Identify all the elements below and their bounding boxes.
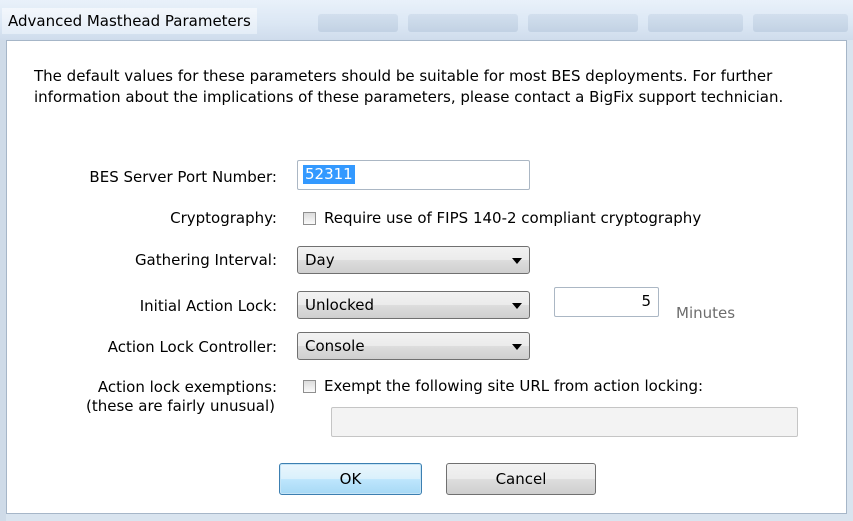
gathering-label: Gathering Interval: xyxy=(134,251,277,269)
gathering-interval-select[interactable]: Day xyxy=(297,246,530,274)
background-tab xyxy=(408,14,518,32)
background-tab xyxy=(753,14,848,32)
lock-minutes-value: 5 xyxy=(641,292,651,310)
initial-action-lock-select[interactable]: Unlocked xyxy=(297,291,530,319)
port-label: BES Server Port Number: xyxy=(89,168,277,186)
background-tab xyxy=(648,14,743,32)
port-input[interactable]: 52311 xyxy=(297,160,530,190)
gathering-interval-value: Day xyxy=(305,251,335,269)
cancel-button[interactable]: Cancel xyxy=(446,463,596,495)
lock-minutes-input[interactable]: 5 xyxy=(554,287,659,317)
crypto-label: Cryptography: xyxy=(170,209,277,227)
lock-controller-label: Action Lock Controller: xyxy=(107,338,277,356)
title-bar: Advanced Masthead Parameters xyxy=(0,0,853,40)
intro-text: The default values for these parameters … xyxy=(34,67,784,106)
exempt-url-input[interactable] xyxy=(331,407,798,437)
exemptions-sublabel: (these are fairly unusual) xyxy=(86,397,275,415)
action-lock-controller-select[interactable]: Console xyxy=(297,332,530,360)
dialog-body: The default values for these parameters … xyxy=(6,40,847,514)
exemptions-label: Action lock exemptions: xyxy=(97,378,277,396)
chevron-down-icon xyxy=(512,258,522,264)
background-tab xyxy=(528,14,638,32)
exempt-url-checkbox-label[interactable]: Exempt the following site URL from actio… xyxy=(324,377,703,395)
fips-checkbox[interactable] xyxy=(303,212,316,225)
minutes-unit-label: Minutes xyxy=(676,304,736,322)
exempt-url-checkbox[interactable] xyxy=(303,380,316,393)
fips-checkbox-label[interactable]: Require use of FIPS 140-2 compliant cryp… xyxy=(324,209,701,227)
chevron-down-icon xyxy=(512,303,522,309)
initial-lock-label: Initial Action Lock: xyxy=(139,297,277,315)
port-value: 52311 xyxy=(303,165,355,184)
action-lock-controller-value: Console xyxy=(305,337,365,355)
window-title: Advanced Masthead Parameters xyxy=(2,8,257,34)
chevron-down-icon xyxy=(512,344,522,350)
ok-button[interactable]: OK xyxy=(279,463,422,495)
initial-action-lock-value: Unlocked xyxy=(305,296,374,314)
background-tab xyxy=(318,14,398,32)
